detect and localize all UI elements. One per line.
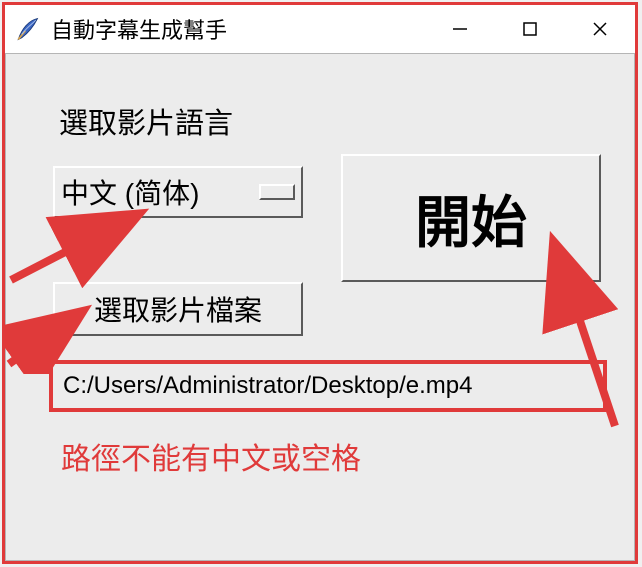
client-area: 選取影片語言 中文 (简体) 開始 選取影片檔案 C:/Users/Admini… [5, 53, 635, 561]
minimize-icon [452, 21, 468, 37]
window-controls [425, 5, 635, 53]
language-label: 選取影片語言 [59, 100, 233, 142]
app-feather-icon [13, 15, 41, 43]
file-path-text: C:/Users/Administrator/Desktop/e.mp4 [63, 372, 472, 400]
minimize-button[interactable] [425, 5, 495, 53]
start-button-label: 開始 [415, 178, 527, 259]
file-path-display: C:/Users/Administrator/Desktop/e.mp4 [49, 360, 607, 412]
start-button[interactable]: 開始 [341, 154, 601, 282]
select-file-button[interactable]: 選取影片檔案 [53, 282, 303, 336]
close-button[interactable] [565, 5, 635, 53]
language-dropdown-value: 中文 (简体) [61, 172, 259, 212]
window-titlebar: 自動字幕生成幫手 [5, 5, 635, 53]
close-icon [592, 21, 608, 37]
maximize-button[interactable] [495, 5, 565, 53]
language-dropdown[interactable]: 中文 (简体) [53, 166, 303, 218]
select-file-button-label: 選取影片檔案 [94, 289, 262, 329]
dropdown-arrow-icon [259, 184, 295, 200]
path-warning-note: 路徑不能有中文或空格 [61, 434, 361, 478]
annotation-highlight-border: 自動字幕生成幫手 選取影片語言 中文 (简体) 開始 選取影片檔案 C:/Use [2, 2, 638, 564]
window-title: 自動字幕生成幫手 [51, 13, 425, 45]
maximize-icon [523, 22, 537, 36]
